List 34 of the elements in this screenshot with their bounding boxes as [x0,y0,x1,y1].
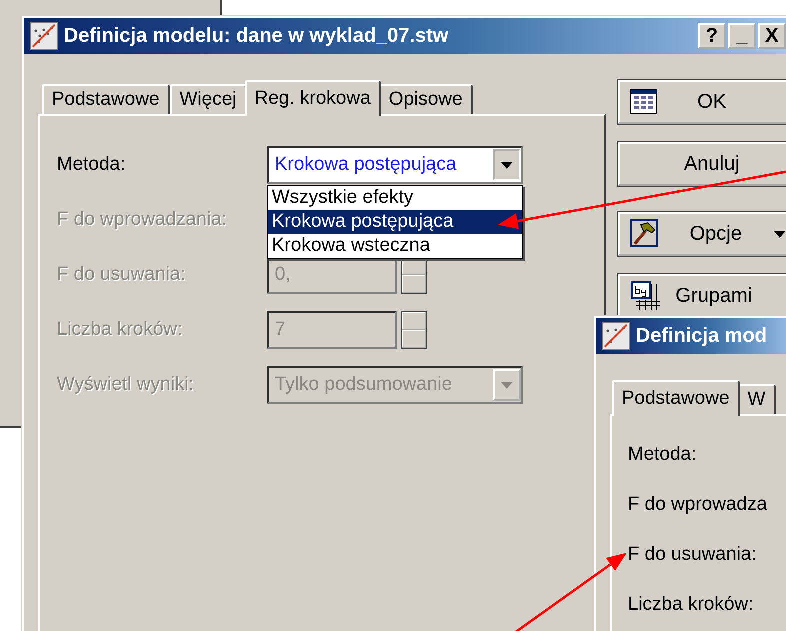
tab[interactable]: Podstawowe [612,380,740,416]
table-icon [630,89,658,115]
dropdown-field[interactable]: Krokowa postępująca [267,146,523,184]
field-label: Wyświetl wyniki: [57,374,196,396]
tab[interactable]: Więcej [170,84,247,114]
tab[interactable]: W [738,384,776,414]
field-label: F do wprowadzania: [57,209,228,231]
scatter-plot-icon [602,322,630,350]
dialog-button[interactable]: Opcje [618,212,786,256]
title-bar-button[interactable]: ? [698,23,726,49]
dropdown-arrow-icon [501,162,513,168]
window-title: Definicja mod [636,324,768,348]
field-label: Metoda: [57,154,127,176]
tab[interactable]: Reg. krokowa [244,80,381,116]
field-label: Metoda: [628,444,698,466]
field-label: F do usuwania: [628,544,758,566]
dropdown-option[interactable]: Krokowa postępująca [268,210,522,234]
dialog-button[interactable]: Anuluj [618,142,786,186]
hammer-icon [630,219,658,249]
grouping-icon [630,280,662,312]
field-label: Liczba kroków: [57,319,184,341]
dropdown-arrow-icon [501,382,513,388]
field-label: F do usuwania: [57,264,187,286]
title-bar-button[interactable]: X [758,23,786,49]
field-label: Liczba kroków: [628,594,755,616]
window-title: Definicja modelu: dane w wyklad_07.stw [64,24,450,48]
scatter-plot-icon [30,22,58,50]
tab[interactable]: Opisowe [378,84,473,114]
field-label: F do wprowadza [628,494,768,516]
dialog-button[interactable]: Grupami [618,274,786,318]
tab[interactable]: Podstawowe [42,84,170,114]
dialog-button[interactable]: OK [618,80,786,124]
spin-buttons[interactable] [401,311,427,349]
title-bar-button[interactable]: _ [728,23,756,49]
